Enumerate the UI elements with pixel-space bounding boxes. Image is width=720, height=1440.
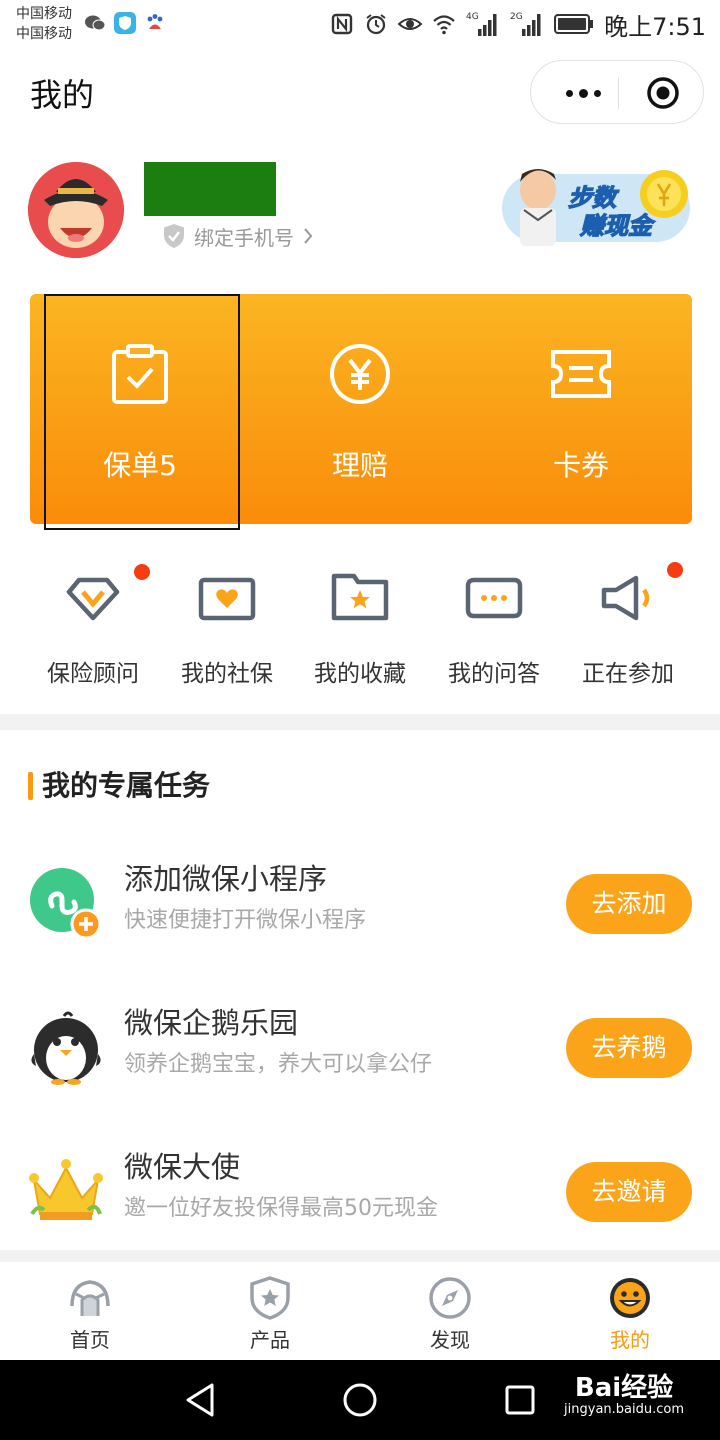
- task-title: 微保大使: [124, 1150, 241, 1184]
- tab-label-mine: 我的: [610, 1328, 650, 1352]
- diamond-icon: [66, 577, 120, 621]
- target-close-icon[interactable]: [645, 75, 681, 111]
- signal-4g-icon: 4G: [466, 12, 497, 36]
- tab-label-home: 首页: [70, 1328, 110, 1352]
- carrier-1: 中国移动: [16, 6, 72, 22]
- heart-card-icon: [198, 577, 256, 621]
- smiley-icon: [610, 1278, 650, 1318]
- task-subtitle: 快速便捷打开微保小程序: [124, 908, 367, 933]
- ticket-icon: [551, 350, 611, 398]
- section-divider: [0, 714, 720, 730]
- task-item-add-mini-program: 添加微保小程序 快速便捷打开微保小程序 去添加: [0, 856, 720, 976]
- tab-label-discover: 发现: [430, 1328, 470, 1352]
- quick-item-favorites[interactable]: 我的收藏: [293, 560, 427, 700]
- badge-dot-participating: [667, 562, 683, 578]
- quick-item-qa[interactable]: 我的问答: [427, 560, 561, 700]
- recents-square-icon[interactable]: [504, 1384, 536, 1416]
- alarm-icon: [366, 14, 386, 35]
- quick-item-social-insurance[interactable]: 我的社保: [160, 560, 294, 700]
- tab-label-products: 产品: [250, 1328, 290, 1352]
- back-triangle-icon[interactable]: [184, 1382, 216, 1418]
- home-circle-icon[interactable]: [342, 1382, 378, 1418]
- shield-check-icon: [164, 224, 184, 248]
- card-label-coupons: 卡券: [552, 449, 609, 482]
- adopt-penguin-button[interactable]: 去养鹅: [566, 1018, 692, 1078]
- card-label-claims: 理赔: [331, 449, 388, 482]
- crown-icon: [29, 1159, 103, 1220]
- shield-star-icon: [250, 1276, 290, 1320]
- add-mini-program-button[interactable]: 去添加: [566, 874, 692, 934]
- shield-app-icon: [114, 12, 136, 34]
- yen-circle-icon: [330, 344, 390, 404]
- promo-text-2: 赚现金: [579, 212, 656, 240]
- status-bar: 中国移动 中国移动 4G 2G 晚上7:51: [0, 0, 720, 52]
- mini-program-capsule: [530, 60, 704, 124]
- penguin-icon: [31, 1011, 101, 1085]
- card-item-coupons[interactable]: 卡券: [471, 294, 691, 524]
- nfc-icon: [331, 13, 353, 35]
- tab-bar: 首页 产品 发现 我的: [0, 1262, 720, 1360]
- quick-label-social-insurance: 我的社保: [181, 661, 273, 687]
- tab-discover[interactable]: 发现: [360, 1262, 540, 1360]
- mini-program-icon: [30, 868, 102, 940]
- invite-button[interactable]: 去邀请: [566, 1162, 692, 1222]
- megaphone-icon: [601, 575, 650, 621]
- task-title: 微保企鹅乐园: [124, 1006, 299, 1040]
- quick-item-advisor[interactable]: 保险顾问: [26, 560, 160, 700]
- home-icon: [70, 1280, 110, 1316]
- promo-text-1: 步数: [568, 184, 620, 212]
- system-nav-bar: Bai经验 jingyan.baidu.com: [0, 1360, 720, 1440]
- chat-bubble-icon: [465, 577, 523, 619]
- task-title: 添加微保小程序: [124, 862, 328, 896]
- avatar[interactable]: [28, 162, 124, 258]
- eye-icon: [398, 18, 423, 30]
- badge-dot-advisor: [134, 564, 150, 580]
- battery-icon: [554, 14, 594, 34]
- status-right: 4G 2G 晚上7:51: [330, 8, 706, 41]
- quick-label-favorites: 我的收藏: [314, 661, 406, 687]
- chevron-right-icon: [304, 228, 313, 244]
- notification-icons: [84, 12, 166, 34]
- bind-phone-label: 绑定手机号: [194, 225, 294, 250]
- carrier-2: 中国移动: [16, 26, 72, 42]
- more-dots-icon[interactable]: [553, 75, 613, 111]
- tabbar-divider: [0, 1250, 720, 1262]
- task-item-penguin-park: 微保企鹅乐园 领养企鹅宝宝，养大可以拿公仔 去养鹅: [0, 1000, 720, 1120]
- tasks-section-title: 我的专属任务: [28, 764, 210, 804]
- svg-text:2G: 2G: [510, 12, 523, 22]
- compass-icon: [429, 1277, 471, 1319]
- star-folder-icon: [331, 573, 389, 621]
- watermark-brand: Bai经验: [574, 1373, 674, 1403]
- svg-text:4G: 4G: [466, 12, 479, 22]
- signal-2g-icon: 2G: [510, 12, 541, 36]
- baidu-paw-icon: [147, 14, 163, 29]
- quick-item-participating[interactable]: 正在参加: [561, 560, 695, 700]
- tab-products[interactable]: 产品: [180, 1262, 360, 1360]
- tab-home[interactable]: 首页: [0, 1262, 180, 1360]
- card-item-claims[interactable]: 理赔: [250, 294, 470, 524]
- task-subtitle: 邀一位好友投保得最高50元现金: [124, 1196, 438, 1221]
- quick-entries: 保险顾问 我的社保 我的收藏 我的问答 正在参加: [0, 560, 720, 700]
- wechat-icon: [85, 15, 106, 31]
- tab-mine[interactable]: 我的: [540, 1262, 720, 1360]
- task-subtitle: 领养企鹅宝宝，养大可以拿公仔: [124, 1052, 433, 1077]
- capsule-divider: [618, 77, 619, 109]
- clock: 晚上7:51: [604, 12, 706, 41]
- page-title: 我的: [30, 76, 95, 114]
- highlight-box: [44, 294, 240, 530]
- baidu-jingyan-watermark: Bai经验 jingyan.baidu.com: [564, 1374, 684, 1418]
- bind-phone-link[interactable]: 绑定手机号: [162, 222, 314, 250]
- carrier-info: 中国移动 中国移动: [16, 4, 72, 44]
- wifi-icon: [433, 15, 455, 35]
- quick-label-advisor: 保险顾问: [47, 661, 139, 687]
- watermark-url: jingyan.baidu.com: [564, 1402, 684, 1417]
- username-redacted: [144, 162, 276, 216]
- quick-label-qa: 我的问答: [448, 661, 540, 687]
- step-cash-promo-banner[interactable]: 步数 赚现金: [498, 160, 694, 250]
- avatar-face-icon: [28, 162, 124, 258]
- quick-label-participating: 正在参加: [582, 661, 674, 687]
- task-item-ambassador: 微保大使 邀一位好友投保得最高50元现金 去邀请: [0, 1144, 720, 1264]
